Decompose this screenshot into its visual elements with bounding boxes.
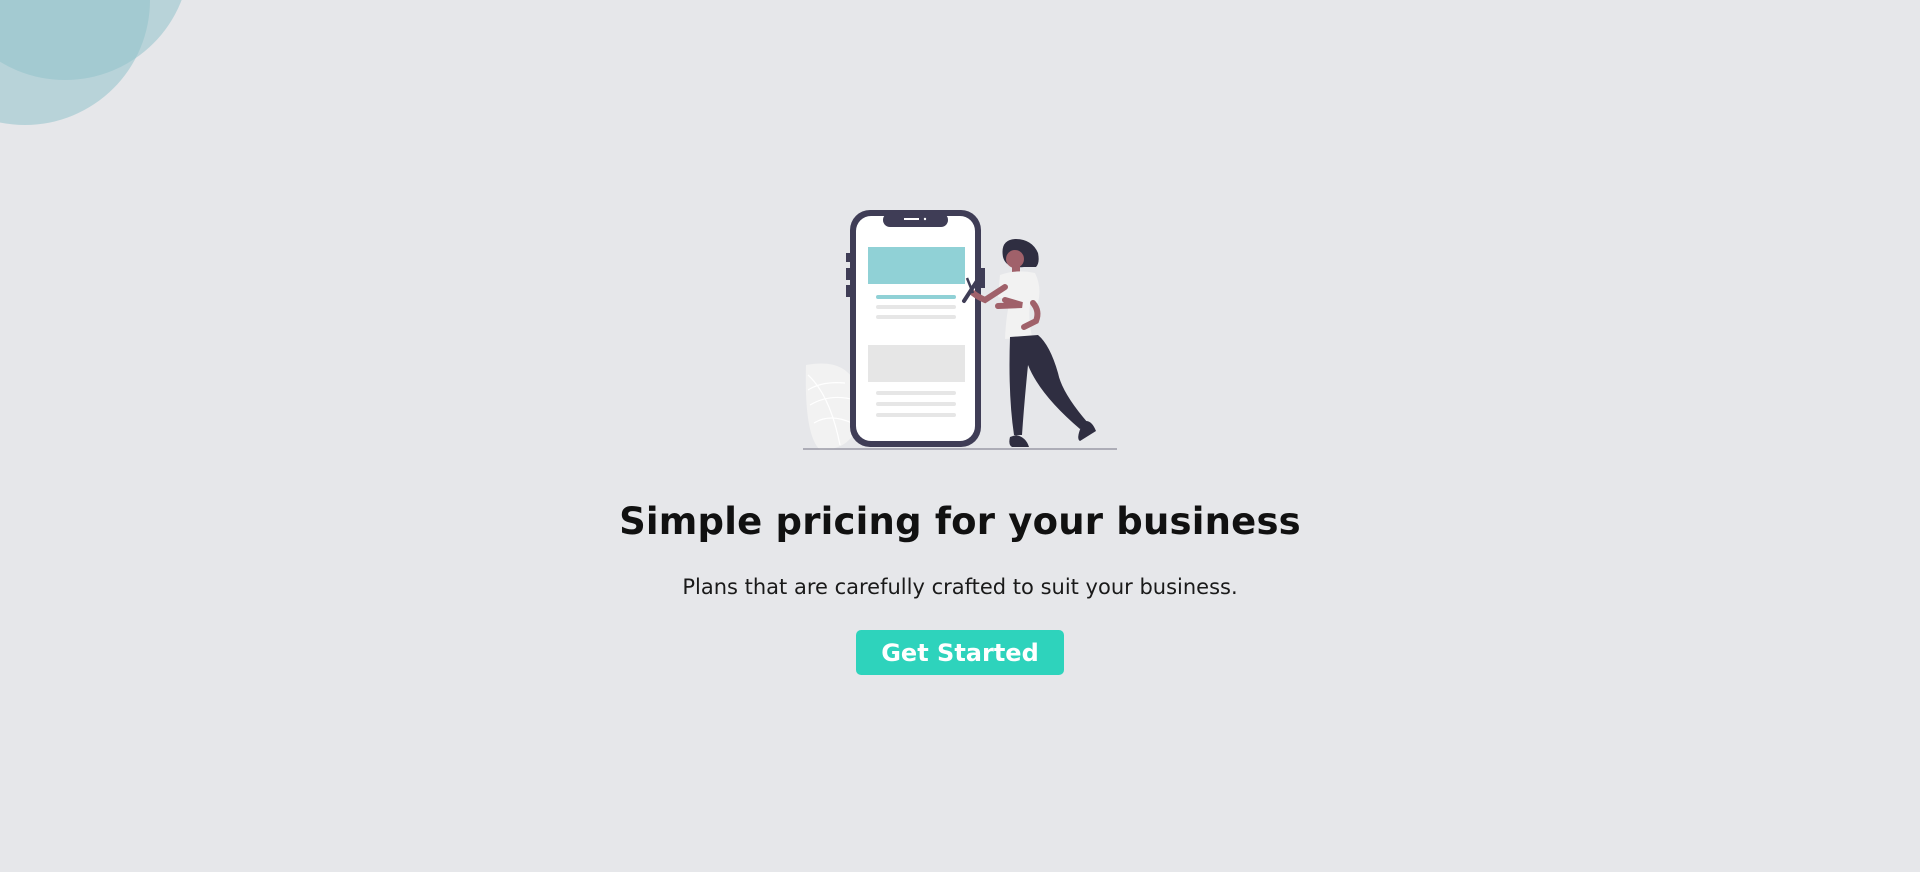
decor-circle	[0, 0, 190, 80]
get-started-button[interactable]: Get Started	[856, 630, 1064, 675]
page-subtitle: Plans that are carefully crafted to suit…	[682, 575, 1238, 599]
page-title: Simple pricing for your business	[619, 500, 1301, 543]
landing-page: Simple pricing for your business Plans t…	[0, 0, 1920, 872]
woman-with-phone-illustration	[800, 205, 1120, 455]
